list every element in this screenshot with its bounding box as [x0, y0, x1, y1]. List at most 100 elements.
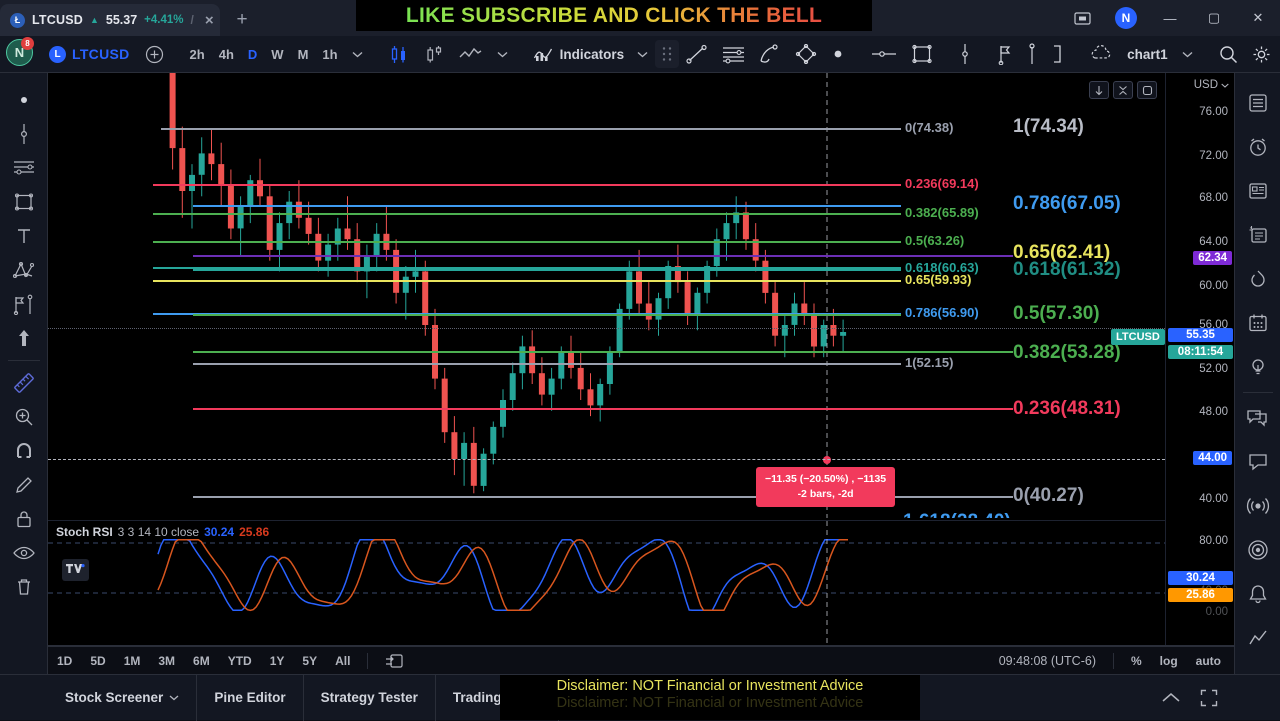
news-icon[interactable] [1238, 169, 1278, 213]
chart-canvas-area[interactable]: 0(74.38) 0.236(69.14) 0.382(65.89) 0.5(6… [48, 73, 1234, 645]
tab-stock-screener[interactable]: Stock Screener [48, 674, 198, 721]
tab-pine-editor[interactable]: Pine Editor [197, 674, 304, 721]
range-ytd[interactable]: YTD [219, 649, 261, 673]
price-tag-44: 44.00 [1193, 451, 1232, 465]
timeframe-d[interactable]: D [241, 41, 264, 67]
timeframe-1h[interactable]: 1h [315, 41, 344, 67]
candlestick-icon[interactable] [382, 40, 417, 68]
vertical-line-tool-icon[interactable] [1020, 40, 1044, 68]
maximize-pane-icon[interactable] [1113, 81, 1133, 99]
brush-dot-tool-icon[interactable] [824, 40, 852, 68]
expand-panel-icon[interactable] [1200, 689, 1218, 707]
range-6m[interactable]: 6M [184, 649, 219, 673]
bar-chart-icon[interactable] [417, 40, 452, 68]
magnet-icon[interactable] [4, 434, 44, 468]
browser-tab[interactable]: Ł LTCUSD ▲ 55.37 +4.41% / × [0, 4, 220, 36]
search-icon[interactable] [1212, 40, 1245, 68]
watchlist-icon[interactable] [1238, 81, 1278, 125]
add-symbol-button[interactable] [138, 40, 171, 68]
minimize-button[interactable]: — [1148, 0, 1192, 36]
new-tab-button[interactable]: + [220, 4, 264, 36]
go-to-date-icon[interactable] [376, 649, 412, 673]
range-all[interactable]: All [326, 649, 359, 673]
trending-icon[interactable] [1238, 616, 1278, 660]
pattern-icon[interactable] [4, 253, 44, 287]
rectangle-icon[interactable] [4, 185, 44, 219]
bracket-tool-icon[interactable] [1044, 40, 1070, 68]
calendar-icon[interactable] [1238, 301, 1278, 345]
cursor-dot-icon[interactable] [4, 83, 44, 117]
maximize-button[interactable]: ▢ [1192, 0, 1236, 36]
range-5y[interactable]: 5Y [293, 649, 326, 673]
layout-cloud-icon[interactable] [1082, 40, 1120, 68]
eye-icon[interactable] [4, 536, 44, 570]
range-3m[interactable]: 3M [149, 649, 184, 673]
restore-pane-icon[interactable] [1137, 81, 1157, 99]
indicator-legend[interactable]: Stoch RSI 3 3 14 10 close 30.24 25.86 [56, 525, 269, 539]
drag-handle-icon[interactable] [655, 40, 680, 68]
hot-list-icon[interactable] [1238, 257, 1278, 301]
price-pane[interactable]: 0(74.38) 0.236(69.14) 0.382(65.89) 0.5(6… [48, 73, 1165, 518]
horizontal-rays-tool-icon[interactable] [715, 40, 752, 68]
bell-icon[interactable] [1238, 572, 1278, 616]
clock-display[interactable]: 09:48:08 (UTC-6) [990, 649, 1105, 673]
ideas-bulb-icon[interactable] [1238, 345, 1278, 389]
user-account-button[interactable]: N 8 [6, 37, 34, 69]
range-1d[interactable]: 1D [48, 649, 81, 673]
layout-chevron-icon[interactable] [1175, 40, 1200, 68]
scale-log[interactable]: log [1151, 649, 1187, 673]
pitchfork-tool-icon[interactable] [752, 40, 788, 68]
flag-tool-icon[interactable] [990, 40, 1020, 68]
pencil-icon[interactable] [4, 468, 44, 502]
symbol-search-button[interactable]: L LTCUSD [41, 40, 138, 68]
scale-percent[interactable]: % [1122, 649, 1151, 673]
close-icon[interactable]: × [201, 12, 218, 29]
fib-label-65: 0.65(59.93) [905, 272, 972, 287]
zoom-in-icon[interactable] [4, 400, 44, 434]
collapse-down-icon[interactable] [1089, 81, 1109, 99]
indicators-button[interactable]: Indicators [527, 45, 631, 63]
indicator-name: Stoch RSI [56, 525, 113, 539]
arrow-up-icon[interactable] [4, 321, 44, 355]
layout-name[interactable]: chart1 [1120, 40, 1175, 68]
broadcast-icon[interactable] [1238, 484, 1278, 528]
horizontal-rays-icon[interactable] [4, 151, 44, 185]
chart-type-chevron-icon[interactable] [490, 40, 515, 68]
chevron-down-icon[interactable] [345, 40, 370, 68]
range-5d[interactable]: 5D [81, 649, 114, 673]
lock-icon[interactable] [4, 502, 44, 536]
range-1y[interactable]: 1Y [261, 649, 294, 673]
alerts-clock-icon[interactable] [1238, 125, 1278, 169]
avatar[interactable]: N [1104, 0, 1148, 36]
trash-icon[interactable] [4, 570, 44, 604]
chevron-up-icon[interactable] [1162, 692, 1180, 703]
long-position-tool-icon[interactable] [952, 40, 978, 68]
timeframe-4h[interactable]: 4h [212, 41, 241, 67]
tab-strategy-tester[interactable]: Strategy Tester [304, 674, 436, 721]
rectangle-tool-icon[interactable] [904, 40, 940, 68]
flag-icon[interactable] [4, 287, 44, 321]
currency-selector[interactable]: USD [1194, 79, 1229, 91]
gann-box-tool-icon[interactable] [788, 40, 824, 68]
signal-icon[interactable] [1238, 528, 1278, 572]
price-axis[interactable]: USD 76.00 72.00 68.00 64.00 62.34 60.00 … [1111, 73, 1234, 645]
scale-auto[interactable]: auto [1187, 649, 1230, 673]
ideas-icon[interactable] [1238, 213, 1278, 257]
gear-icon[interactable] [1245, 40, 1278, 68]
comment-icon[interactable] [1238, 440, 1278, 484]
timeframe-m[interactable]: M [291, 41, 316, 67]
timeframe-w[interactable]: W [264, 41, 290, 67]
indicators-chevron-icon[interactable] [630, 40, 655, 68]
horizontal-line-tool-icon[interactable] [864, 40, 904, 68]
text-icon[interactable] [4, 219, 44, 253]
measure-ruler-icon[interactable] [4, 366, 44, 400]
cast-icon[interactable] [1060, 0, 1104, 36]
close-window-button[interactable]: ✕ [1236, 0, 1280, 36]
chat-icon[interactable] [1238, 396, 1278, 440]
line-chart-icon[interactable] [452, 40, 490, 68]
stoch-rsi-pane[interactable]: Stoch RSI 3 3 14 10 close 30.24 25.86 [48, 520, 1165, 645]
trend-line-icon[interactable] [4, 117, 44, 151]
trend-line-tool-icon[interactable] [679, 40, 715, 68]
range-1m[interactable]: 1M [115, 649, 150, 673]
timeframe-2h[interactable]: 2h [183, 41, 212, 67]
